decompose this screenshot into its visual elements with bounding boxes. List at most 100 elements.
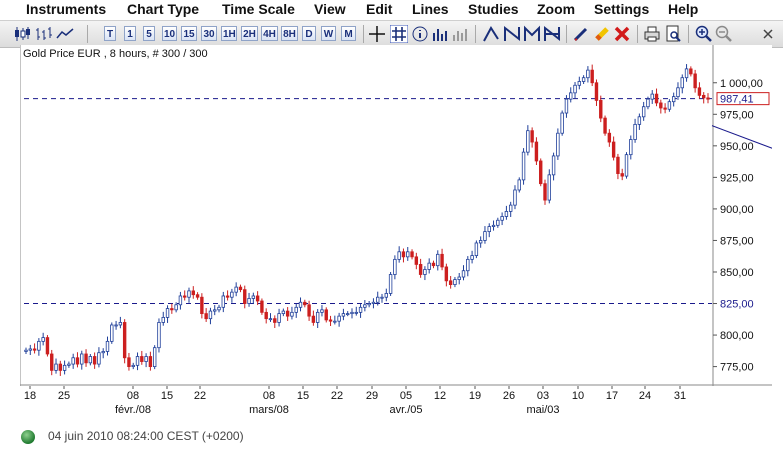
candle-body (324, 309, 328, 321)
menu-time-scale[interactable]: Time Scale (222, 1, 295, 17)
candle-body (105, 340, 110, 352)
candle-body (676, 87, 680, 98)
candle-body (620, 173, 624, 177)
candle (560, 110, 564, 136)
candle-body (363, 304, 367, 308)
menu-zoom[interactable]: Zoom (537, 1, 575, 17)
timescale-tick-button[interactable]: T (104, 26, 116, 41)
y-tick-label: 775,00 (720, 362, 754, 374)
delete-icon[interactable] (612, 24, 632, 44)
menu-studies[interactable]: Studies (468, 1, 519, 17)
toolbar: T 1 5 10 15 30 1H 2H 4H 8H D W M (0, 20, 783, 48)
candle-body (697, 87, 702, 96)
grid-icon[interactable] (389, 24, 409, 44)
zoom-out-icon[interactable] (714, 24, 734, 44)
timescale-30min-button[interactable]: 30 (201, 26, 217, 41)
menu-lines[interactable]: Lines (412, 1, 449, 17)
candle-body (255, 295, 260, 302)
eraser-icon[interactable] (592, 24, 612, 44)
fan-icon[interactable] (542, 24, 562, 44)
studies-icon[interactable] (450, 24, 470, 44)
candle-body (354, 311, 358, 314)
candle-body (170, 308, 174, 311)
price-chart[interactable]: Gold Price EUR , 8 hours, # 300 / 300 1 … (19, 45, 783, 386)
print-preview-icon[interactable] (663, 24, 683, 44)
timescale-week-button[interactable]: W (321, 26, 336, 41)
candle-body (247, 298, 251, 304)
volume-icon[interactable] (430, 24, 450, 44)
timescale-10min-button[interactable]: 10 (162, 26, 177, 41)
candle-body (118, 322, 123, 326)
candle-body (659, 102, 663, 109)
bar-chart-icon[interactable] (34, 24, 54, 44)
candle-body (54, 363, 58, 371)
pencil-icon[interactable] (571, 24, 591, 44)
candle-body (384, 293, 389, 298)
candle-body (397, 251, 401, 260)
candle-body (414, 256, 419, 265)
candle-body (148, 356, 153, 367)
timescale-1h-button[interactable]: 1H (221, 26, 237, 41)
candle-body (92, 356, 97, 365)
y-tick-label: 800,00 (720, 330, 754, 342)
timescale-4h-button[interactable]: 4H (261, 26, 278, 41)
zoom-in-icon[interactable] (694, 24, 714, 44)
candle-body (500, 216, 504, 221)
trendline-icon[interactable] (481, 24, 501, 44)
fibonacci-icon[interactable] (522, 24, 542, 44)
y-tick-label: 875,00 (720, 235, 754, 247)
menu-help[interactable]: Help (668, 1, 698, 17)
timescale-1min-button[interactable]: 1 (124, 26, 136, 41)
candle-body (671, 96, 676, 103)
candlestick-icon[interactable] (12, 24, 32, 44)
candle-body (534, 141, 539, 162)
candle-body (624, 154, 629, 177)
candle-body (521, 151, 526, 181)
info-icon[interactable] (410, 24, 430, 44)
reference-price-label: 825,00 (720, 299, 754, 311)
x-tick-label: 03 (537, 390, 549, 402)
candle-body (213, 309, 217, 312)
timescale-5min-button[interactable]: 5 (143, 26, 155, 41)
candle-body (80, 353, 84, 365)
candle-body (577, 81, 582, 86)
candle-body (406, 251, 410, 258)
x-month-label: mars/08 (249, 404, 289, 416)
candle-body (423, 269, 427, 275)
connection-status-icon (21, 430, 35, 444)
print-icon[interactable] (642, 24, 662, 44)
timescale-15min-button[interactable]: 15 (181, 26, 197, 41)
timescale-8h-button[interactable]: 8H (281, 26, 298, 41)
toolbar-separator (688, 25, 689, 43)
chart-panel[interactable]: Gold Price EUR , 8 hours, # 300 / 300 1 … (19, 45, 783, 386)
candle-body (58, 363, 63, 371)
x-tick-label: 05 (400, 390, 412, 402)
parallel-lines-icon[interactable] (502, 24, 522, 44)
menu-edit[interactable]: Edit (366, 1, 392, 17)
candle-body (337, 315, 341, 322)
x-tick-label: 19 (469, 390, 481, 402)
y-tick-label: 900,00 (720, 204, 754, 216)
line-chart-icon[interactable] (55, 24, 75, 44)
candle-body (238, 286, 243, 291)
menu-chart-type[interactable]: Chart Type (127, 1, 199, 17)
toolbar-separator (637, 25, 638, 43)
menu-settings[interactable]: Settings (594, 1, 649, 17)
timescale-month-button[interactable]: M (341, 26, 356, 41)
candle-body (290, 311, 294, 317)
candle-body (440, 253, 444, 268)
candle-body (560, 112, 564, 134)
chart-background (20, 45, 772, 386)
candle-body (311, 315, 316, 323)
candle-body (466, 258, 470, 272)
close-icon[interactable] (758, 24, 778, 44)
timescale-day-button[interactable]: D (302, 26, 316, 41)
candle-body (281, 310, 286, 315)
candle-body (264, 311, 268, 320)
menu-view[interactable]: View (314, 1, 346, 17)
timescale-2h-button[interactable]: 2H (241, 26, 258, 41)
menu-instruments[interactable]: Instruments (26, 1, 106, 17)
crosshair-icon[interactable] (367, 24, 387, 44)
candle-body (547, 174, 551, 201)
candle-body (401, 251, 406, 258)
